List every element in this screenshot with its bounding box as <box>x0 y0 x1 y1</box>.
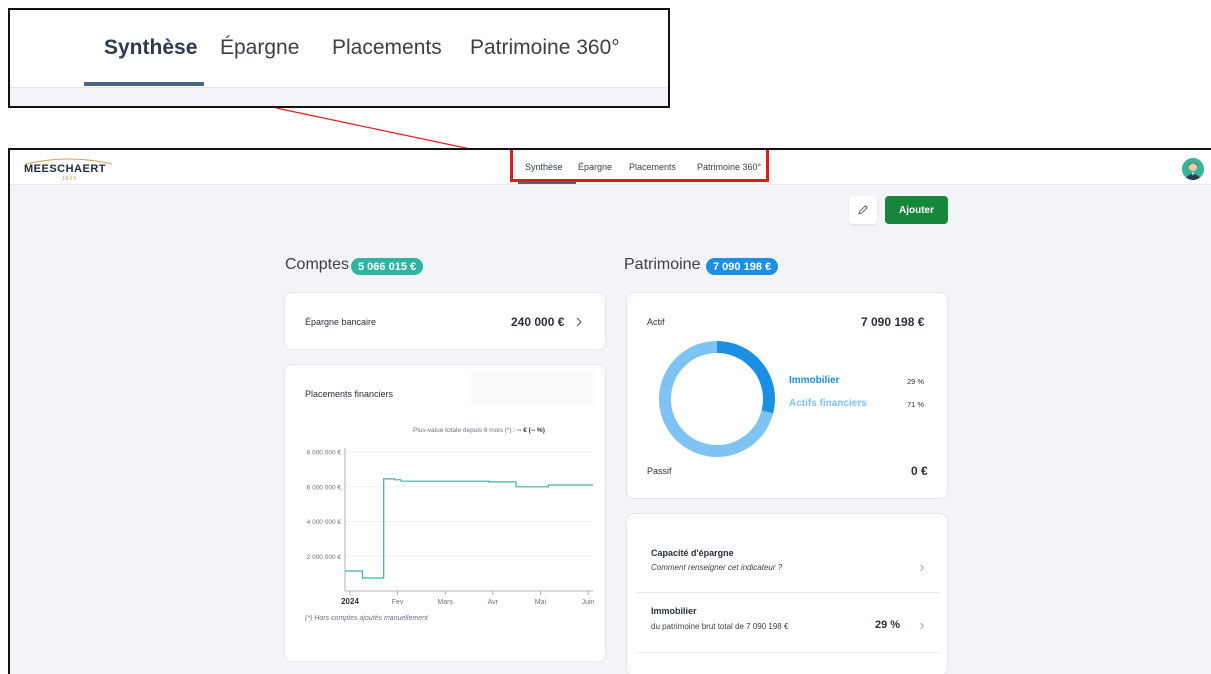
chart-y-tick-label: 4 000 000 € <box>307 519 342 526</box>
immobilier-row[interactable]: Immobilier du patrimoine brut total de 7… <box>627 598 949 654</box>
screenshot-stage: Synthèse Épargne Placements Patrimoine 3… <box>0 0 1211 674</box>
logo-year: 1855 <box>62 176 78 182</box>
comptes-total-badge: 5 066 015 € <box>351 258 424 275</box>
user-avatar[interactable] <box>1182 158 1204 180</box>
patrimoine-title: Patrimoine <box>624 256 701 273</box>
edit-button[interactable] <box>849 196 877 224</box>
chart-x-tick-label: Mai <box>535 599 547 606</box>
nav-highlight-box <box>510 150 769 182</box>
epargne-bancaire-label: Épargne bancaire <box>305 317 377 327</box>
legend-immobilier-pct: 29 % <box>907 377 925 386</box>
patrimoine-donut-chart <box>659 341 775 457</box>
immobilier-pct: 29 % <box>875 619 901 631</box>
meeschaert-logo[interactable]: MEESCHAERT 1855 <box>24 157 114 182</box>
zoom-tab-patrimoine-360[interactable]: Patrimoine 360° <box>470 36 620 60</box>
passif-value: 0 € <box>911 464 928 478</box>
patrimoine-card: Actif 7 090 198 € Immobilier 29 % Actifs… <box>626 292 948 499</box>
chart-series-line <box>345 478 593 579</box>
top-navigation-bar: MEESCHAERT 1855 Synthèse Épargne Placeme… <box>10 150 1211 185</box>
donut-segment-immobilier <box>716 341 775 414</box>
immobilier-title: Immobilier <box>651 606 697 616</box>
epargne-bancaire-value: 240 000 € <box>511 315 565 329</box>
chart-footnote: (*) Hors comptes ajoutés manuellement <box>305 615 428 622</box>
capacite-epargne-help-link[interactable]: Comment renseigner cet indicateur ? <box>651 563 782 572</box>
zoom-content-strip <box>10 88 668 106</box>
chart-x-tick-label: Fev <box>392 599 404 606</box>
zoom-tab-epargne[interactable]: Épargne <box>220 36 299 60</box>
add-button[interactable]: Ajouter <box>885 196 948 224</box>
legend-actifs-financiers-label: Actifs financiers <box>789 398 867 409</box>
chevron-right-icon <box>920 564 925 572</box>
app-window: MEESCHAERT 1855 Synthèse Épargne Placeme… <box>8 148 1211 674</box>
chart-y-tick-label: 6 000 000 € <box>307 484 342 491</box>
chart-x-tick-label: Avr <box>488 599 499 606</box>
actif-value: 7 090 198 € <box>861 315 925 329</box>
indicateurs-card: Capacité d'épargne Comment renseigner ce… <box>626 513 948 674</box>
passif-label: Passif <box>647 466 672 476</box>
immobilier-subtitle: du patrimoine brut total de 7 090 198 € <box>651 622 789 631</box>
capacite-epargne-row[interactable]: Capacité d'épargne Comment renseigner ce… <box>627 536 949 592</box>
row-divider <box>637 592 939 593</box>
chart-x-tick-label: Juin <box>582 599 595 606</box>
comptes-title: Comptes <box>285 256 350 273</box>
chart-x-tick-label: Mars <box>437 599 453 606</box>
zoom-callout: Synthèse Épargne Placements Patrimoine 3… <box>8 8 670 108</box>
pencil-icon <box>858 205 868 215</box>
user-avatar-icon <box>1182 158 1204 180</box>
chevron-right-icon <box>576 317 582 327</box>
capacite-epargne-title: Capacité d'épargne <box>651 548 734 558</box>
placements-financiers-card: Placements financiers Plus-value totale … <box>284 364 606 662</box>
logo-wordmark: MEESCHAERT <box>24 163 107 175</box>
epargne-bancaire-card[interactable]: Épargne bancaire 240 000 € <box>284 292 606 350</box>
actif-label: Actif <box>647 317 665 327</box>
zoom-tab-synthese[interactable]: Synthèse <box>104 36 197 60</box>
zoom-tab-placements[interactable]: Placements <box>332 36 442 60</box>
chart-x-tick-label: 2024 <box>341 597 359 606</box>
chart-y-tick-label: 2 000 000 € <box>307 554 342 561</box>
row-divider <box>637 652 939 653</box>
legend-immobilier-label: Immobilier <box>789 375 840 386</box>
zoom-nav-bar: Synthèse Épargne Placements Patrimoine 3… <box>10 10 668 88</box>
legend-actifs-financiers-pct: 71 % <box>907 400 925 409</box>
chart-y-tick-label: 8 000 000 € <box>307 450 342 457</box>
patrimoine-total-badge: 7 090 198 € <box>706 258 779 275</box>
zoom-active-underline <box>84 82 204 86</box>
chevron-right-icon <box>920 622 925 630</box>
